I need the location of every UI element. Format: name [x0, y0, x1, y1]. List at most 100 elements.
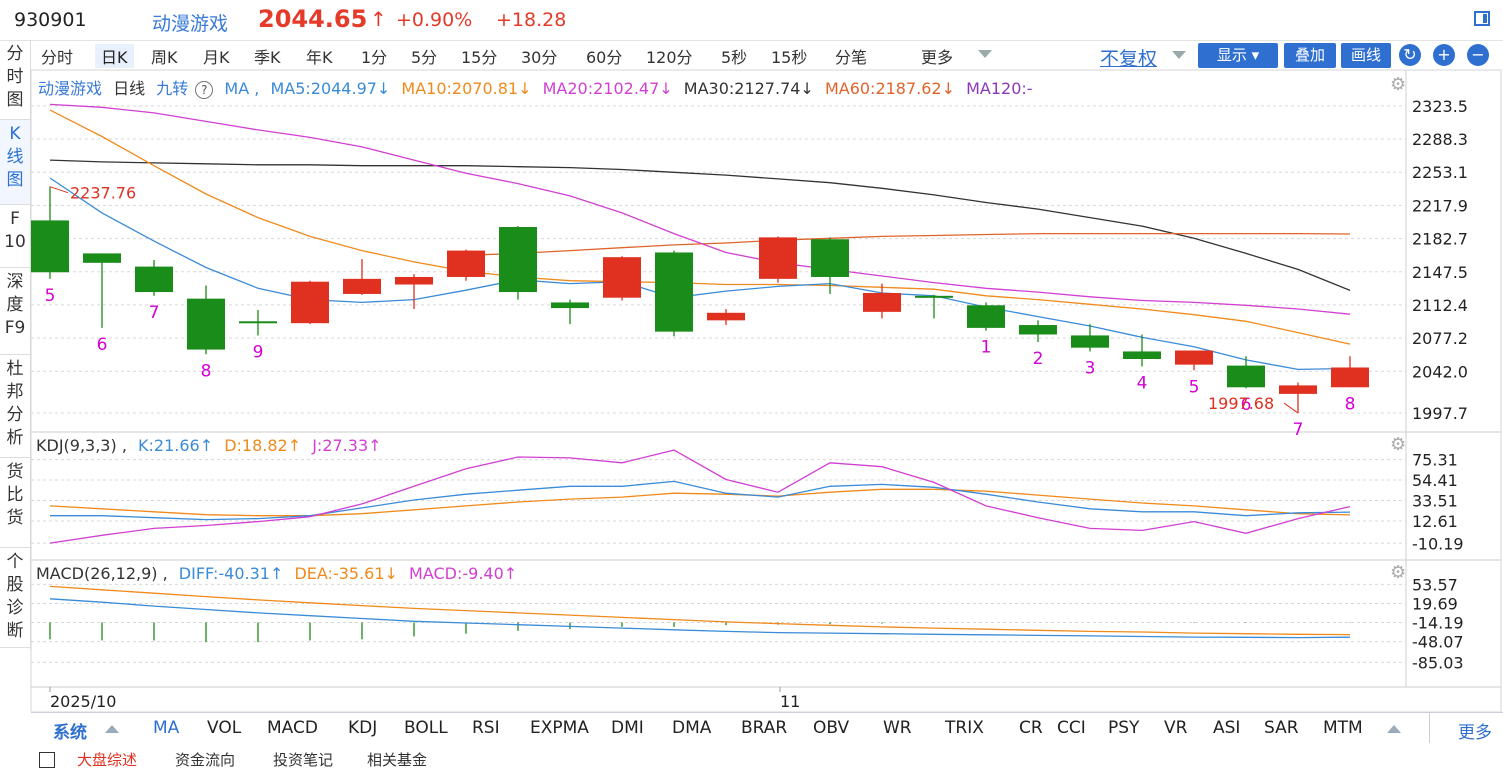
- candle-body: [603, 257, 641, 298]
- macd-axis-label: 53.57: [1412, 575, 1458, 594]
- tabs-dropdown-icon[interactable]: [1387, 725, 1401, 733]
- indicator-tab-vol[interactable]: VOL: [207, 718, 241, 738]
- macd-axis-label: -85.03: [1412, 653, 1464, 672]
- nine-turn-label: 1: [981, 338, 992, 358]
- candle-body: [1331, 367, 1369, 388]
- indicator-tab-dma[interactable]: DMA: [672, 718, 711, 738]
- indicator-tab-brar[interactable]: BRAR: [741, 718, 787, 738]
- candle-body: [447, 250, 485, 277]
- candle-body: [1279, 385, 1317, 394]
- indicator-tab-rsi[interactable]: RSI: [472, 718, 500, 738]
- price-axis-label: 2182.7: [1412, 230, 1468, 249]
- macd-axis-label: -48.07: [1412, 633, 1464, 652]
- price-axis-label: 1997.7: [1412, 404, 1468, 423]
- ma10-line: [49, 109, 1351, 345]
- kline-chart[interactable]: 2323.52288.32253.12217.92182.72147.52112…: [0, 0, 1503, 712]
- min-price-pointer: [1283, 402, 1299, 414]
- subtabs-checkbox[interactable]: [39, 752, 55, 768]
- system-tab[interactable]: 系统: [53, 718, 87, 743]
- candle-body: [135, 266, 173, 293]
- nine-turn-label: 8: [1345, 394, 1356, 414]
- subtab-2[interactable]: 投资笔记: [273, 749, 333, 770]
- price-axis-label: 2112.4: [1412, 296, 1468, 315]
- candle-body: [1175, 350, 1213, 365]
- indicator-tab-sar[interactable]: SAR: [1264, 718, 1299, 738]
- nine-turn-label: 9: [253, 342, 264, 362]
- macd-axis-label: 19.69: [1412, 594, 1458, 613]
- candle-body: [759, 237, 797, 279]
- price-axis-label: 2217.9: [1412, 196, 1468, 215]
- candle-body: [655, 252, 693, 332]
- indicator-tab-obv[interactable]: OBV: [813, 718, 849, 738]
- price-axis-label: 2288.3: [1412, 130, 1468, 149]
- indicator-tab-cr[interactable]: CR: [1019, 718, 1043, 738]
- indicator-tab-boll[interactable]: BOLL: [404, 718, 448, 738]
- candle-body: [291, 281, 329, 324]
- nine-turn-label: 7: [1293, 420, 1304, 440]
- info-subtabs: 大盘综述 资金流向 投资笔记 相关基金: [31, 746, 1503, 769]
- indicator-tab-macd[interactable]: MACD: [267, 718, 318, 738]
- nine-turn-label: 5: [1189, 377, 1200, 397]
- indicator-tab-expma[interactable]: EXPMA: [530, 718, 589, 738]
- indicator-tab-ma[interactable]: MA: [153, 718, 179, 738]
- candle-body: [83, 253, 121, 263]
- candle-body: [395, 276, 433, 285]
- nine-turn-label: 5: [45, 286, 56, 306]
- kdj-axis-label: 75.31: [1412, 451, 1458, 470]
- kdj-axis-label: 12.61: [1412, 512, 1458, 531]
- candle-body: [707, 312, 745, 321]
- max-price-label: 2237.76: [70, 184, 136, 203]
- indicator-tab-trix[interactable]: TRIX: [945, 718, 984, 738]
- ma30-line: [49, 159, 1351, 292]
- system-dropdown-icon[interactable]: [105, 725, 119, 733]
- price-axis-label: 2147.5: [1412, 263, 1468, 282]
- candle-body: [915, 295, 953, 298]
- candle-body: [967, 305, 1005, 328]
- price-axis-label: 2042.0: [1412, 362, 1468, 381]
- indicator-tab-psy[interactable]: PSY: [1108, 718, 1139, 738]
- more-tabs-label: 更多: [1458, 723, 1492, 743]
- candle-body: [551, 302, 589, 309]
- ma5-line: [49, 177, 1351, 371]
- kdj-axis-label: 33.51: [1412, 492, 1458, 511]
- indicator-tab-mtm[interactable]: MTM: [1323, 718, 1363, 738]
- price-axis-label: 2323.5: [1412, 97, 1468, 116]
- subtab-0[interactable]: 大盘综述: [77, 749, 137, 770]
- macd-axis-label: -14.19: [1412, 614, 1464, 633]
- price-axis-label: 2077.2: [1412, 329, 1468, 348]
- nine-turn-label: 2: [1033, 349, 1044, 369]
- candle-body: [343, 278, 381, 294]
- nine-turn-label: 6: [97, 335, 108, 355]
- macd-dea-line: [49, 585, 1351, 636]
- price-axis-label: 2253.1: [1412, 163, 1468, 182]
- indicator-tab-cci[interactable]: CCI: [1057, 718, 1086, 738]
- nine-turn-label: 7: [149, 303, 160, 323]
- candle-body: [811, 239, 849, 277]
- candle-body: [1227, 365, 1265, 388]
- candle-body: [1123, 351, 1161, 359]
- indicator-tab-vr[interactable]: VR: [1164, 718, 1187, 738]
- more-tabs-button[interactable]: 更多: [1429, 713, 1503, 743]
- indicator-tab-kdj[interactable]: KDJ: [348, 718, 377, 738]
- indicator-tabs: 系统 更多 MA VOL MACD KDJ BOLL RSI EXPMA DMI DMA BRAR…: [31, 712, 1503, 743]
- indicator-tab-wr[interactable]: WR: [883, 718, 912, 738]
- candle-body: [187, 298, 225, 350]
- nine-turn-label: 3: [1085, 358, 1096, 378]
- date-axis-label: 2025/10: [50, 692, 116, 711]
- kdj-j-line: [49, 449, 1351, 544]
- kdj-axis-label: 54.41: [1412, 471, 1458, 490]
- candle-body: [499, 227, 537, 293]
- candle-body: [1071, 335, 1109, 348]
- subtab-3[interactable]: 相关基金: [367, 749, 427, 770]
- min-price-label: 1997.68: [1208, 394, 1274, 413]
- kdj-axis-label: -10.19: [1412, 534, 1464, 553]
- candle-body: [1019, 325, 1057, 335]
- candle-body: [239, 321, 277, 324]
- nine-turn-label: 4: [1137, 374, 1148, 394]
- date-axis-label: 11: [780, 692, 800, 711]
- subtab-1[interactable]: 资金流向: [175, 749, 235, 770]
- nine-turn-label: 8: [201, 361, 212, 381]
- indicator-tab-asi[interactable]: ASI: [1213, 718, 1240, 738]
- indicator-tab-dmi[interactable]: DMI: [611, 718, 644, 738]
- candle-body: [863, 293, 901, 312]
